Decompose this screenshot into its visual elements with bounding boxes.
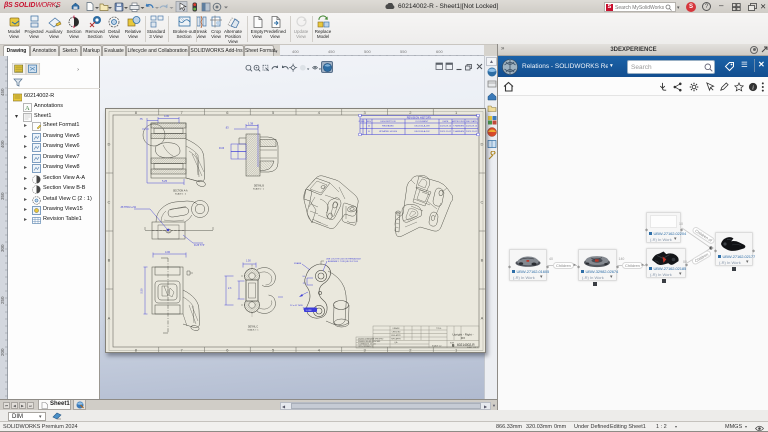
svg-text:4.00: 4.00 [165,250,171,254]
svg-text:2023-11-02: 2023-11-02 [440,131,452,133]
svg-text:Q.A.: Q.A. [394,341,398,344]
svg-text:300: 300 [0,244,5,252]
svg-text:B: B [368,131,370,133]
svg-text:7: 7 [180,348,183,353]
svg-text:ZONE: ZONE [358,121,365,123]
svg-text:RX: RX [461,336,465,340]
svg-text:250: 250 [0,296,5,304]
svg-text:.75: .75 [139,117,143,121]
svg-text:C: C [481,200,484,205]
svg-text:A: A [368,125,370,128]
svg-text:1 OFF: 1 OFF [306,310,313,312]
svg-text:R.25 TYP: R.25 TYP [194,244,205,247]
svg-text:4.00: 4.00 [164,114,170,118]
svg-text:D: D [481,142,484,147]
svg-text:›: › [77,67,79,73]
svg-text:5: 5 [272,110,275,115]
svg-text:D: D [108,142,111,147]
svg-text:.63: .63 [225,126,229,130]
svg-text:8: 8 [135,348,138,353]
svg-text:REVISION HISTORY: REVISION HISTORY [407,115,432,119]
svg-text:400: 400 [0,140,5,148]
svg-text:i: i [752,84,754,91]
svg-text:350: 350 [0,192,5,200]
svg-text:SCALE 1 : 2: SCALE 1 : 2 [175,192,187,195]
svg-text:2023-08-14: 2023-08-14 [466,126,478,128]
svg-text:2.3: 2.3 [228,287,232,290]
svg-text:DOCUMENT: DOCUMENT [416,121,429,123]
svg-text:REV DATE: REV DATE [466,120,477,123]
svg-text:DATE: DATE [443,120,449,123]
svg-text:C: C [108,200,111,205]
svg-text:2023-11-02: 2023-11-02 [466,131,478,133]
svg-text:DETAIL B: DETAIL B [254,185,264,188]
svg-text:TITLE:: TITLE: [436,328,442,330]
svg-text:550: 550 [400,49,407,54]
svg-text:UB-2016-A-202: UB-2016-A-202 [414,130,430,133]
svg-text:CHECKED: CHECKED [392,332,401,334]
svg-text:4: 4 [318,348,321,353]
svg-text:SECTION A-A: SECTION A-A [173,190,188,193]
svg-text:1.50: 1.50 [246,260,251,263]
svg-text:1.38: 1.38 [248,122,254,126]
svg-text:B: B [108,258,111,263]
svg-text:MFG APPR: MFG APPR [391,338,401,341]
svg-text:USE LOCTITE 243 ON THREADS AT: USE LOCTITE 243 ON THREADS AT [326,258,362,261]
svg-text:SCALE 2 : 1: SCALE 2 : 1 [253,187,265,190]
svg-text:UNLESS OTHERWISE SPECIFIED: UNLESS OTHERWISE SPECIFIED [358,339,384,341]
svg-text:A: A [481,316,484,321]
svg-text:.38 THRU ⌀.52: .38 THRU ⌀.52 [120,206,137,209]
svg-text:60214002-R: 60214002-R [457,343,475,347]
svg-text:3: 3 [363,110,366,115]
svg-text:5.50: 5.50 [140,288,144,294]
svg-text:450: 450 [0,88,5,96]
svg-text:ENG APPR: ENG APPR [391,334,401,337]
svg-text:2023-08-14: 2023-08-14 [440,126,452,128]
svg-text:5.25: 5.25 [162,179,168,183]
svg-text:7: 7 [180,110,183,115]
svg-text:REV: REV [367,121,372,123]
svg-text:UPDATED HOLES: UPDATED HOLES [379,130,398,133]
svg-text:1: 1 [455,110,458,115]
svg-text:R.06: R.06 [219,147,225,150]
svg-text:500: 500 [364,49,371,54]
svg-text:200: 200 [0,348,5,356]
svg-text:ASSEMBLY. TORQUE 35 FT-LB: ASSEMBLY. TORQUE 35 FT-LB [328,260,358,263]
svg-text:5: 5 [272,348,275,353]
svg-text:T.HANSEN: T.HANSEN [453,125,464,128]
svg-text:8: 8 [135,110,138,115]
svg-text:SCALE 2 : 1: SCALE 2 : 1 [248,328,260,331]
svg-text:450: 450 [328,49,335,54]
svg-text:DETAIL C: DETAIL C [248,326,258,329]
svg-text:600: 600 [436,49,443,54]
svg-text:SCALE: 1:2: SCALE: 1:2 [432,345,441,348]
svg-text:4: 4 [318,110,321,115]
svg-text:2X ⌀.41 THRU: 2X ⌀.41 THRU [290,304,304,307]
svg-text:2: 2 [409,110,412,115]
svg-text:A: A [25,105,30,112]
svg-text:FRAME: FRAME [294,262,302,265]
svg-text:400: 400 [292,49,299,54]
svg-text:B: B [481,258,484,263]
svg-text:A: A [108,316,111,321]
svg-text:SHEET 1 OF 1: SHEET 1 OF 1 [467,347,478,349]
svg-text:T.HANSEN: T.HANSEN [453,130,464,133]
svg-text:RELEASED: RELEASED [382,125,394,128]
svg-text:6: 6 [226,348,229,353]
svg-text:UB-2016-A-189: UB-2016-A-189 [414,125,430,128]
svg-text:DESCRIPTION: DESCRIPTION [381,121,396,123]
svg-text:DRAWN: DRAWN [393,327,400,330]
svg-text:6: 6 [226,110,229,115]
svg-text:APPROVED: APPROVED [452,120,465,123]
